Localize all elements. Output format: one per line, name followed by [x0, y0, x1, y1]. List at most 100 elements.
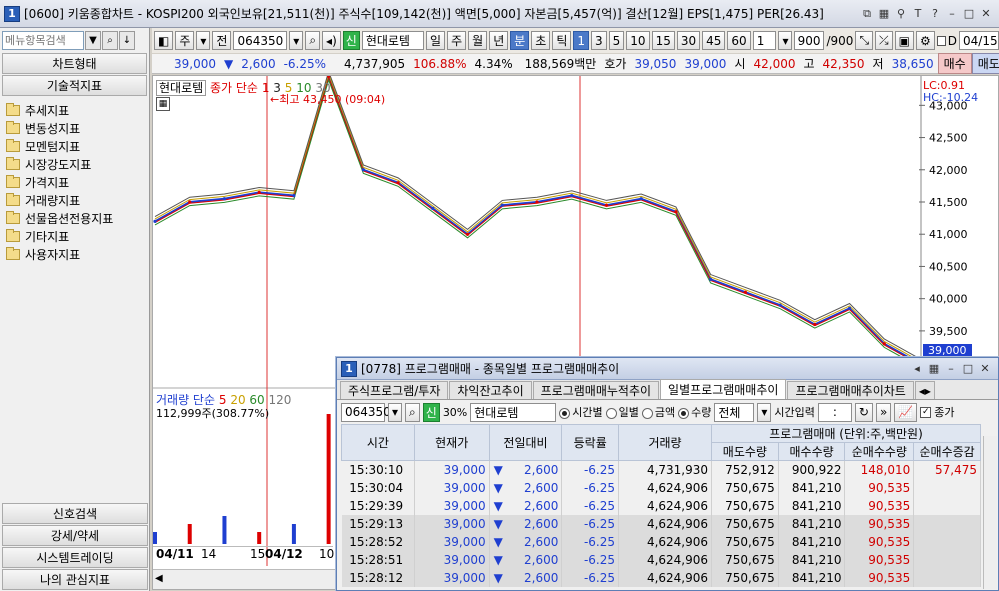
market-select[interactable]: 전: [212, 31, 232, 50]
radio-time[interactable]: 시간별: [559, 404, 603, 420]
dropdown-icon[interactable]: ▾: [388, 402, 403, 422]
period-year[interactable]: 년: [489, 31, 509, 50]
period-day[interactable]: 일: [426, 31, 446, 50]
strength-button[interactable]: 강세/약세: [2, 525, 148, 546]
tab-chart[interactable]: 프로그램매매추이차트: [787, 381, 914, 399]
chart-type-button[interactable]: 차트형태: [2, 53, 147, 74]
minimize-icon[interactable]: –: [945, 7, 959, 21]
period-month[interactable]: 월: [468, 31, 488, 50]
my-indicator-button[interactable]: 나의 관심지표: [2, 569, 148, 590]
tree-item[interactable]: 사용자지표: [6, 245, 149, 263]
min-1[interactable]: 1: [573, 31, 590, 50]
search-icon[interactable]: ⌕: [405, 402, 420, 422]
count-input[interactable]: 900: [794, 31, 825, 50]
period-tick[interactable]: 틱: [552, 31, 572, 50]
save-icon[interactable]: ▣: [894, 31, 914, 50]
diff-value: 2,600: [524, 570, 559, 585]
fullscreen-icon[interactable]: ⤡: [855, 31, 874, 50]
system-trading-button[interactable]: 시스템트레이딩: [2, 547, 148, 568]
text-icon[interactable]: T: [911, 7, 925, 21]
min-5[interactable]: 5: [608, 31, 625, 50]
radio-amount[interactable]: 금액: [641, 404, 675, 420]
close-icon[interactable]: ✕: [978, 362, 992, 376]
sell-button[interactable]: 매도: [971, 53, 999, 74]
min-45[interactable]: 45: [702, 31, 726, 50]
dropdown-icon[interactable]: ▾: [757, 402, 772, 422]
date-checkbox[interactable]: [936, 35, 946, 46]
program-scrollbar[interactable]: [983, 436, 997, 589]
refresh-icon[interactable]: ↻: [854, 402, 873, 422]
restore-icon[interactable]: ⧉: [860, 7, 874, 21]
unit-input[interactable]: 1: [752, 31, 777, 50]
tab-stock-program[interactable]: 주식프로그램/투자: [340, 381, 449, 399]
dropdown-icon[interactable]: ▾: [778, 31, 793, 50]
maximize-icon[interactable]: □: [962, 7, 976, 21]
period-minute[interactable]: 분: [510, 31, 530, 50]
menu-search-input[interactable]: [2, 31, 84, 50]
legend-stock[interactable]: 현대로템: [156, 80, 207, 96]
dropdown-icon[interactable]: ▾: [289, 31, 304, 50]
tree-item[interactable]: 거래량지표: [6, 191, 149, 209]
tree-item[interactable]: 기타지표: [6, 227, 149, 245]
next-icon[interactable]: »: [875, 402, 892, 422]
tree-item[interactable]: 추세지표: [6, 101, 149, 119]
table-row[interactable]: 15:28:12 39,000 ▼ 2,600 -6.25 4,624,906 750,67…: [341, 568, 981, 587]
search-icon[interactable]: ⌕: [102, 31, 118, 50]
layout-icon[interactable]: ▦: [927, 362, 941, 376]
tech-indicator-button[interactable]: 기술적지표: [2, 75, 147, 96]
close-icon[interactable]: ✕: [979, 7, 993, 21]
scroll-left-icon[interactable]: ◀: [155, 573, 163, 584]
tab-daily[interactable]: 일별프로그램매매추이: [660, 379, 787, 399]
dropdown-icon[interactable]: ▾: [196, 31, 211, 50]
folder-icon: [6, 174, 20, 188]
chart-scrollbar[interactable]: ◀: [153, 569, 336, 589]
filter-select[interactable]: 전체: [714, 402, 755, 422]
chart-icon[interactable]: 📈: [894, 402, 918, 422]
stock-code-input[interactable]: 064350: [233, 31, 288, 50]
period-week[interactable]: 주: [447, 31, 467, 50]
help-icon[interactable]: ?: [928, 7, 942, 21]
tree-item[interactable]: 가격지표: [6, 173, 149, 191]
table-row[interactable]: 15:30:04 39,000 ▼ 2,600 -6.25 4,624,906 750,67…: [341, 478, 981, 497]
table-row[interactable]: 15:30:10 39,000 ▼ 2,600 -6.25 4,731,930 752,91…: [341, 460, 981, 479]
close-price-checkbox[interactable]: ✓: [920, 406, 932, 418]
table-row[interactable]: 15:29:13 39,000 ▼ 2,600 -6.25 4,624,906 750,67…: [341, 514, 981, 533]
radio-day[interactable]: 일별: [605, 404, 639, 420]
maximize-icon[interactable]: □: [961, 362, 975, 376]
buy-button[interactable]: 매수: [937, 53, 972, 74]
stock-type-select[interactable]: 주: [175, 31, 195, 50]
min-60[interactable]: 60: [727, 31, 751, 50]
tab-arbitrage[interactable]: 차익잔고추이: [449, 381, 532, 399]
dropdown-icon[interactable]: ▼: [85, 31, 101, 50]
min-15[interactable]: 15: [651, 31, 675, 50]
min-3[interactable]: 3: [591, 31, 607, 50]
tab-cumulative[interactable]: 프로그램매매누적추이: [532, 381, 660, 399]
minimize-icon[interactable]: –: [944, 362, 958, 376]
gear-icon[interactable]: ⚙: [916, 31, 935, 50]
radio-qty[interactable]: 수량: [678, 404, 711, 420]
pin-icon[interactable]: ⚲: [894, 7, 908, 21]
prev-icon[interactable]: ◂: [910, 362, 924, 376]
tree-item[interactable]: 선물옵션전용지표: [6, 209, 149, 227]
time-input[interactable]: :: [817, 402, 852, 422]
search-icon[interactable]: ⌕: [305, 31, 321, 50]
tab-scroll-icon[interactable]: ◂▸: [914, 381, 935, 399]
down-arrow-icon[interactable]: ↓: [119, 31, 135, 50]
signal-search-button[interactable]: 신호검색: [2, 503, 148, 524]
tree-item[interactable]: 시장강도지표: [6, 155, 149, 173]
grid-icon[interactable]: ▦: [156, 97, 170, 111]
tool-icon[interactable]: ⤰: [875, 31, 893, 50]
date-input[interactable]: 04/15: [959, 31, 999, 50]
sound-icon[interactable]: ◂): [322, 31, 341, 50]
tree-item[interactable]: 모멘텀지표: [6, 137, 149, 155]
min-10[interactable]: 10: [626, 31, 650, 50]
table-row[interactable]: 15:28:52 39,000 ▼ 2,600 -6.25 4,624,906 750,67…: [341, 532, 981, 551]
layout-icon[interactable]: ◧: [154, 31, 174, 50]
program-code-input[interactable]: 064350: [341, 402, 391, 422]
period-second[interactable]: 초: [531, 31, 551, 50]
table-row[interactable]: 15:28:51 39,000 ▼ 2,600 -6.25 4,624,906 750,67…: [341, 550, 981, 569]
tree-item[interactable]: 변동성지표: [6, 119, 149, 137]
min-30[interactable]: 30: [676, 31, 701, 50]
table-row[interactable]: 15:29:39 39,000 ▼ 2,600 -6.25 4,624,906 750,67…: [341, 496, 981, 515]
layout-icon[interactable]: ▦: [877, 7, 891, 21]
